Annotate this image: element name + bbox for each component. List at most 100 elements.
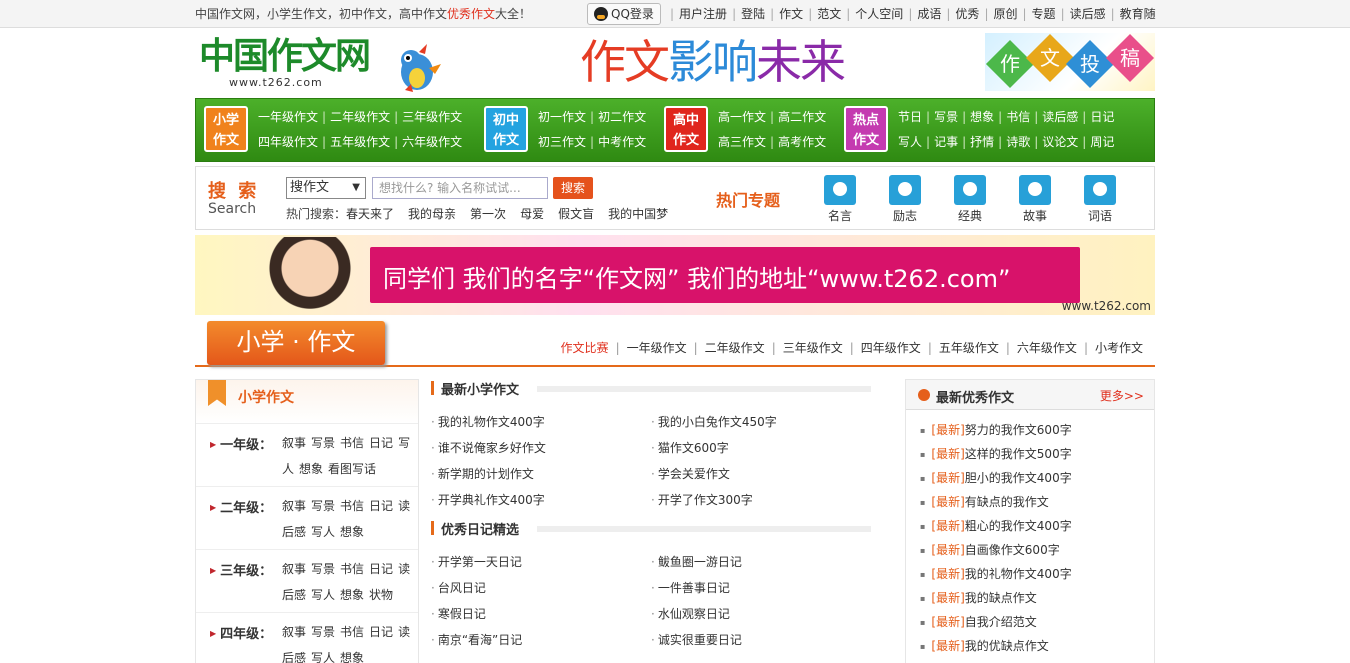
grade-item-link[interactable]: 想象: [340, 588, 364, 602]
latest-link[interactable]: 自我介绍范文: [965, 615, 1037, 629]
hot-search-link[interactable]: 第一次: [470, 207, 506, 221]
nav-link[interactable]: 二年级作文: [330, 110, 390, 124]
nav-link[interactable]: 五年级作文: [330, 135, 390, 149]
nav-link[interactable]: 高考作文: [778, 135, 826, 149]
latest-link[interactable]: 粗心的我作文400字: [965, 519, 1072, 533]
nav-link[interactable]: 初一作文: [538, 110, 586, 124]
grade-item-link[interactable]: 日记: [369, 562, 393, 576]
article-link[interactable]: 一件善事日记: [651, 575, 871, 601]
grade-item-link[interactable]: 写人: [311, 588, 335, 602]
top-link[interactable]: 专题: [1032, 7, 1056, 21]
article-link[interactable]: 谁不说俺家乡好作文: [431, 435, 651, 461]
latest-item[interactable]: [最新]自画像作文600字: [920, 538, 1154, 562]
grade-item-link[interactable]: 想象: [340, 651, 364, 663]
latest-item[interactable]: [最新]我的优缺点作文: [920, 634, 1154, 658]
grade-item-link[interactable]: 写景: [311, 625, 335, 639]
latest-item[interactable]: [最新]有缺点的我作文: [920, 490, 1154, 514]
nav-link[interactable]: 高三作文: [718, 135, 766, 149]
article-link[interactable]: 南京“看海”日记: [431, 627, 651, 653]
hot-search-link[interactable]: 春天来了: [346, 207, 394, 221]
latest-link[interactable]: 我的礼物作文400字: [965, 567, 1072, 581]
nav-link[interactable]: 读后感: [1042, 110, 1078, 124]
top-link[interactable]: 个人空间: [855, 7, 903, 21]
latest-item[interactable]: [最新]粗心的我作文400字: [920, 514, 1154, 538]
nav-link[interactable]: 书信: [1006, 110, 1030, 124]
latest-link[interactable]: 胆小的我作文400字: [965, 471, 1072, 485]
section-link[interactable]: 五年级作文: [939, 341, 999, 355]
nav-badge[interactable]: 高中 作文: [664, 106, 708, 152]
grade-item-link[interactable]: 想象: [299, 462, 323, 476]
section-link[interactable]: 二年级作文: [705, 341, 765, 355]
hot-search-link[interactable]: 我的中国梦: [608, 207, 668, 221]
grade-item-link[interactable]: 日记: [369, 436, 393, 450]
section-tab[interactable]: 小学 · 作文: [207, 321, 385, 365]
grade-item-link[interactable]: 书信: [340, 562, 364, 576]
article-link[interactable]: 开学典礼作文400字: [431, 487, 651, 513]
nav-link[interactable]: 节日: [898, 110, 922, 124]
nav-link[interactable]: 中考作文: [598, 135, 646, 149]
section-link[interactable]: 作文比赛: [561, 341, 609, 355]
nav-link[interactable]: 四年级作文: [258, 135, 318, 149]
nav-link[interactable]: 三年级作文: [402, 110, 462, 124]
nav-link[interactable]: 想象: [970, 110, 994, 124]
section-link[interactable]: 一年级作文: [627, 341, 687, 355]
latest-link[interactable]: 有缺点的我作文: [965, 495, 1049, 509]
topic-item[interactable]: 励志: [885, 175, 925, 224]
nav-link[interactable]: 高二作文: [778, 110, 826, 124]
article-link[interactable]: 猫作文600字: [651, 435, 871, 461]
topic-item[interactable]: 名言: [820, 175, 860, 224]
promo-banner[interactable]: 同学们 我们的名字“作文网” 我们的地址“www.t262.com” www.t…: [195, 235, 1155, 315]
submit-essay-banner[interactable]: 作文投稿: [985, 33, 1155, 91]
article-link[interactable]: 台风日记: [431, 575, 651, 601]
article-link[interactable]: 诚实很重要日记: [651, 627, 871, 653]
article-link[interactable]: 寒假日记: [431, 601, 651, 627]
top-link[interactable]: 原创: [993, 7, 1017, 21]
top-link[interactable]: 读后感: [1070, 7, 1106, 21]
more-link[interactable]: 更多>>: [1100, 387, 1144, 404]
top-link[interactable]: 优秀: [955, 7, 979, 21]
nav-link[interactable]: 诗歌: [1006, 135, 1030, 149]
search-input[interactable]: 想找什么? 输入名称试试...: [372, 177, 548, 199]
grade-item-link[interactable]: 写景: [311, 562, 335, 576]
top-link[interactable]: 登陆: [741, 7, 765, 21]
top-link[interactable]: 范文: [817, 7, 841, 21]
section-link[interactable]: 六年级作文: [1017, 341, 1077, 355]
latest-item[interactable]: [最新]胆小的我作文400字: [920, 466, 1154, 490]
hot-search-link[interactable]: 我的母亲: [408, 207, 456, 221]
grade-item-link[interactable]: 写景: [311, 436, 335, 450]
hot-search-link[interactable]: 假文盲: [558, 207, 594, 221]
nav-link[interactable]: 一年级作文: [258, 110, 318, 124]
site-logo[interactable]: 中国作文网 www.t262.com: [199, 36, 449, 92]
latest-item[interactable]: [最新]自我介绍范文: [920, 610, 1154, 634]
search-type-select[interactable]: 搜作文 ▼: [286, 177, 366, 199]
nav-link[interactable]: 写人: [898, 135, 922, 149]
top-link[interactable]: 成语: [917, 7, 941, 21]
latest-link[interactable]: 努力的我作文600字: [965, 423, 1072, 437]
grade-item-link[interactable]: 叙事: [282, 499, 306, 513]
nav-link[interactable]: 写景: [934, 110, 958, 124]
nav-badge[interactable]: 小学 作文: [204, 106, 248, 152]
section-link[interactable]: 小考作文: [1095, 341, 1143, 355]
nav-link[interactable]: 抒情: [970, 135, 994, 149]
slogan-highlight-link[interactable]: 优秀作文: [447, 7, 495, 21]
section-link[interactable]: 四年级作文: [861, 341, 921, 355]
latest-item[interactable]: [最新]我的礼物作文400字: [920, 562, 1154, 586]
grade-item-link[interactable]: 写景: [311, 499, 335, 513]
nav-link[interactable]: 高一作文: [718, 110, 766, 124]
grade-item-link[interactable]: 书信: [340, 436, 364, 450]
article-link[interactable]: 鲅鱼圈一游日记: [651, 549, 871, 575]
article-link[interactable]: 水仙观察日记: [651, 601, 871, 627]
nav-link[interactable]: 初三作文: [538, 135, 586, 149]
latest-link[interactable]: 自画像作文600字: [965, 543, 1060, 557]
grade-item-link[interactable]: 写人: [311, 525, 335, 539]
grade-item-link[interactable]: 日记: [369, 625, 393, 639]
nav-link[interactable]: 六年级作文: [402, 135, 462, 149]
grade-item-link[interactable]: 叙事: [282, 562, 306, 576]
grade-item-link[interactable]: 书信: [340, 499, 364, 513]
top-link[interactable]: 作文: [779, 7, 803, 21]
article-link[interactable]: 学会关爱作文: [651, 461, 871, 487]
topic-item[interactable]: 词语: [1080, 175, 1120, 224]
article-link[interactable]: 新学期的计划作文: [431, 461, 651, 487]
latest-link[interactable]: 我的缺点作文: [965, 591, 1037, 605]
nav-link[interactable]: 日记: [1090, 110, 1114, 124]
